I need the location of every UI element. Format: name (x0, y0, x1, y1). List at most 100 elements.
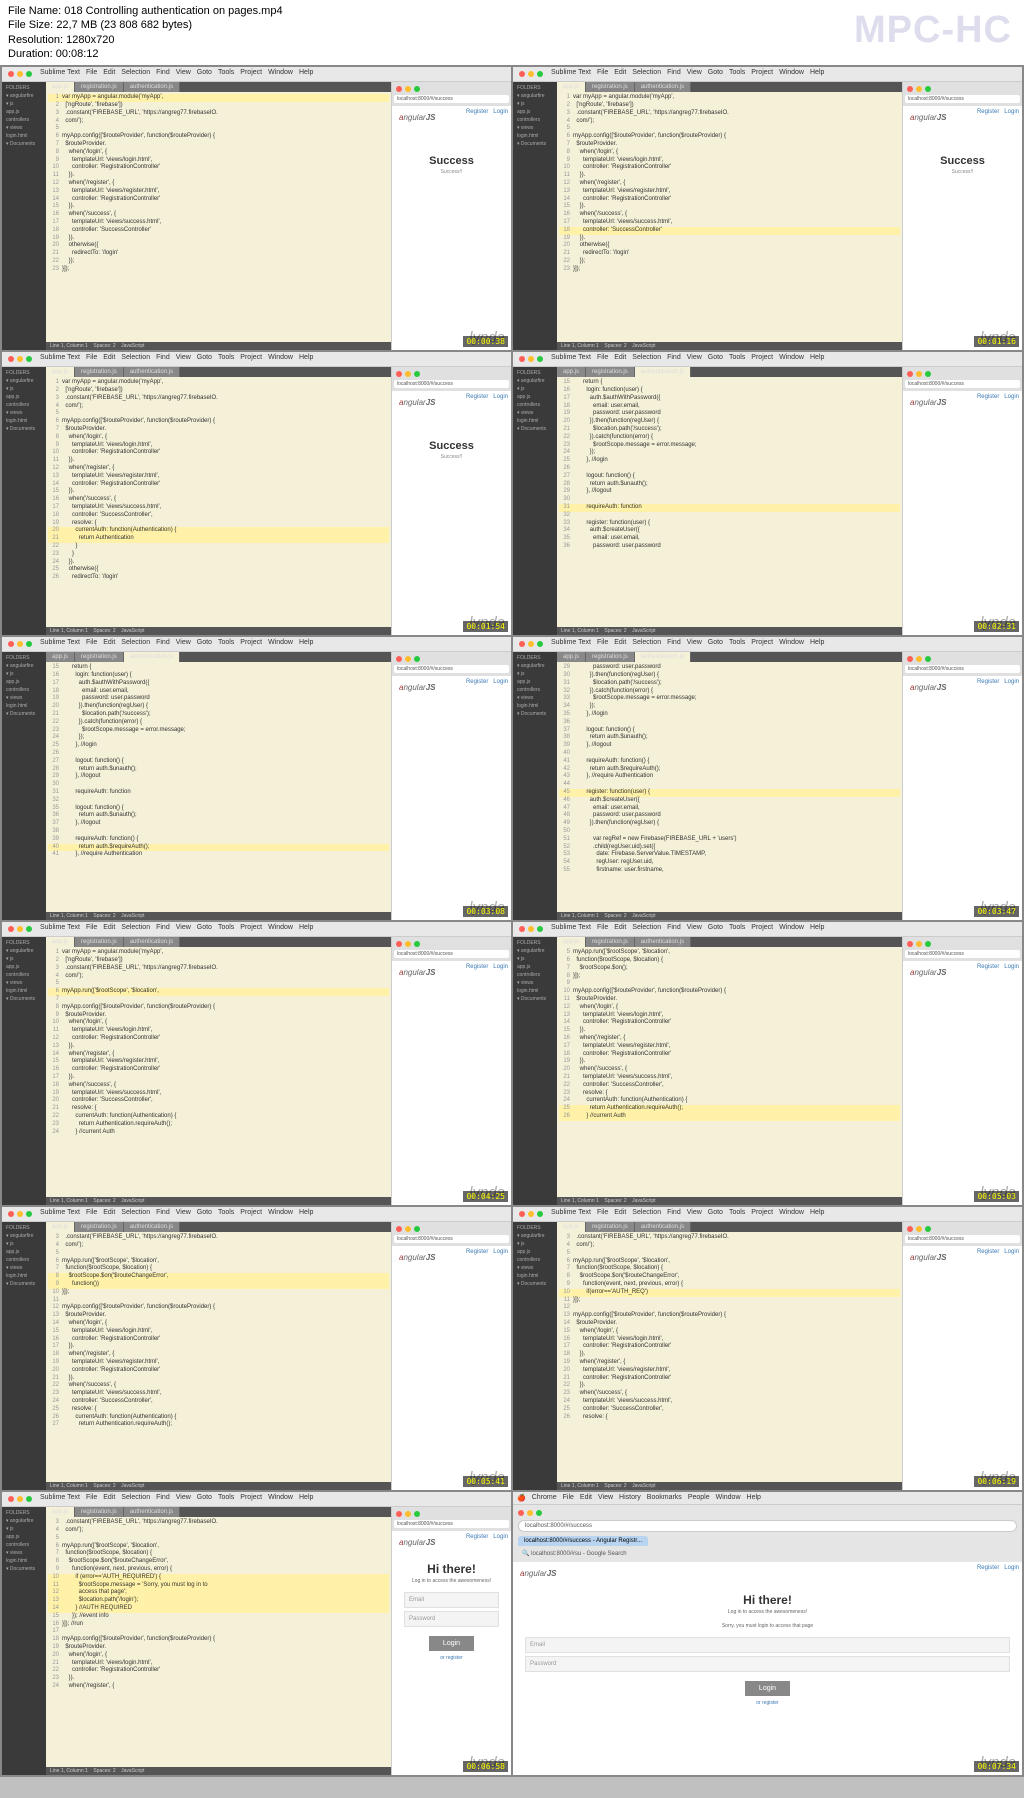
editor-tab[interactable]: registration.js (586, 367, 635, 377)
tree-item[interactable]: ▾ Documents (4, 710, 44, 718)
tree-item[interactable]: app.js (4, 393, 44, 401)
nav-links[interactable]: Register Login (977, 109, 1019, 115)
code-editor[interactable]: 5myApp.run(['$rootScope', '$location',6 … (557, 947, 902, 1197)
menu-item[interactable]: Help (299, 69, 313, 79)
tree-item[interactable]: ▾ Documents (4, 425, 44, 433)
menu-item[interactable]: Window (779, 354, 804, 364)
menu-item[interactable]: View (176, 924, 191, 934)
menu-item[interactable]: Goto (197, 354, 212, 364)
file-tree-sidebar[interactable]: FOLDERS▾ angularfire ▾ js app.js control… (2, 937, 46, 1205)
nav-links[interactable]: Register Login (466, 679, 508, 685)
file-tree-sidebar[interactable]: FOLDERS▾ angularfire ▾ js app.js control… (2, 367, 46, 635)
nav-links[interactable]: Register Login (977, 964, 1019, 970)
editor-tab[interactable]: registration.js (75, 652, 124, 662)
menu-item[interactable]: Sublime Text (551, 1209, 591, 1219)
tree-item[interactable]: ▾ Documents (515, 140, 555, 148)
menu-item[interactable]: Help (299, 924, 313, 934)
editor-tab[interactable]: app.js (557, 1222, 586, 1232)
menu-item[interactable]: Edit (103, 69, 115, 79)
editor-tab[interactable]: authentication.js (635, 937, 691, 947)
tree-item[interactable]: app.js (515, 678, 555, 686)
editor-tab[interactable]: registration.js (75, 1222, 124, 1232)
tree-item[interactable]: login.html (4, 132, 44, 140)
tree-item[interactable]: FOLDERS (515, 939, 555, 947)
menu-item[interactable]: Find (667, 924, 681, 934)
tree-item[interactable]: login.html (4, 702, 44, 710)
tree-item[interactable]: ▾ js (4, 1525, 44, 1533)
menu-item[interactable]: Tools (218, 1209, 234, 1219)
menu-item[interactable]: Edit (103, 1209, 115, 1219)
editor-tab[interactable]: authentication.js (124, 652, 180, 662)
menu-item[interactable]: View (176, 1494, 191, 1504)
menu-item[interactable]: Goto (197, 639, 212, 649)
menu-item[interactable]: Selection (632, 924, 661, 934)
url-suggestion[interactable]: 🔍 localhost:8000/#su - Google Search (516, 1548, 1019, 1559)
tree-item[interactable]: ▾ angularfire (515, 92, 555, 100)
menu-item[interactable]: Selection (121, 1494, 150, 1504)
omnibox[interactable]: localhost:8000/#/success (518, 1520, 1017, 1532)
code-editor[interactable]: 3 .constant('FIREBASE_URL', 'https://ang… (46, 1232, 391, 1482)
menu-item[interactable]: Selection (632, 69, 661, 79)
url-bar[interactable]: localhost:8000/#/success (394, 95, 509, 103)
menu-item[interactable]: Tools (729, 1209, 745, 1219)
tree-item[interactable]: FOLDERS (4, 369, 44, 377)
editor-tab[interactable]: registration.js (75, 82, 124, 92)
tree-item[interactable]: ▾ angularfire (4, 377, 44, 385)
url-bar[interactable]: localhost:8000/#/success (905, 380, 1020, 388)
editor-tab[interactable]: app.js (557, 652, 586, 662)
menu-item[interactable]: History (619, 1494, 641, 1502)
tree-item[interactable]: ▾ views (515, 1264, 555, 1272)
menu-item[interactable]: People (688, 1494, 710, 1502)
menu-item[interactable]: View (598, 1494, 613, 1502)
menu-item[interactable]: View (687, 639, 702, 649)
tree-item[interactable]: ▾ angularfire (515, 662, 555, 670)
url-bar[interactable]: localhost:8000/#/success (394, 665, 509, 673)
tree-item[interactable]: controllers (4, 971, 44, 979)
tree-item[interactable]: controllers (515, 116, 555, 124)
menu-item[interactable]: Window (268, 69, 293, 79)
editor-tab[interactable]: registration.js (75, 367, 124, 377)
menu-item[interactable]: View (176, 639, 191, 649)
menu-item[interactable]: Edit (103, 639, 115, 649)
menu-item[interactable]: File (597, 1209, 608, 1219)
email-input[interactable]: Email (525, 1637, 1010, 1653)
menu-item[interactable]: Edit (614, 354, 626, 364)
tree-item[interactable]: controllers (4, 686, 44, 694)
code-editor[interactable]: 15 return {16 login: function(user) {17 … (46, 662, 391, 912)
tree-item[interactable]: FOLDERS (4, 654, 44, 662)
menu-item[interactable]: Sublime Text (40, 924, 80, 934)
tree-item[interactable]: ▾ angularfire (4, 1517, 44, 1525)
nav-links[interactable]: Register Login (466, 1249, 508, 1255)
tree-item[interactable]: ▾ js (515, 385, 555, 393)
tree-item[interactable]: ▾ js (515, 955, 555, 963)
menu-item[interactable]: Tools (218, 354, 234, 364)
tree-item[interactable]: ▾ Documents (4, 995, 44, 1003)
tree-item[interactable]: ▾ Documents (4, 140, 44, 148)
file-tree-sidebar[interactable]: FOLDERS▾ angularfire ▾ js app.js control… (513, 82, 557, 350)
tree-item[interactable]: ▾ angularfire (4, 1232, 44, 1240)
menu-item[interactable]: View (176, 69, 191, 79)
menu-item[interactable]: File (86, 924, 97, 934)
editor-tab[interactable]: app.js (46, 367, 75, 377)
tree-item[interactable]: FOLDERS (515, 1224, 555, 1232)
editor-tab[interactable]: authentication.js (635, 1222, 691, 1232)
code-editor[interactable]: 1var myApp = angular.module('myApp',2 ['… (46, 947, 391, 1197)
menu-item[interactable]: File (597, 69, 608, 79)
password-input[interactable]: Password (525, 1656, 1010, 1672)
menu-item[interactable]: File (86, 1494, 97, 1504)
tree-item[interactable]: app.js (4, 963, 44, 971)
tree-item[interactable]: ▾ Documents (4, 1280, 44, 1288)
menu-item[interactable]: Goto (197, 1494, 212, 1504)
menu-item[interactable]: Goto (197, 1209, 212, 1219)
menu-item[interactable]: File (597, 639, 608, 649)
menu-item[interactable]: Tools (729, 639, 745, 649)
menu-item[interactable]: Help (810, 69, 824, 79)
code-editor[interactable]: 3 .constant('FIREBASE_URL', 'https://ang… (557, 1232, 902, 1482)
editor-tab[interactable]: authentication.js (635, 367, 691, 377)
editor-tab[interactable]: authentication.js (124, 82, 180, 92)
url-bar[interactable]: localhost:8000/#/success (905, 665, 1020, 673)
menu-item[interactable]: File (86, 354, 97, 364)
menu-item[interactable]: Project (240, 1494, 262, 1504)
tree-item[interactable]: ▾ Documents (515, 425, 555, 433)
editor-tab[interactable]: authentication.js (635, 82, 691, 92)
